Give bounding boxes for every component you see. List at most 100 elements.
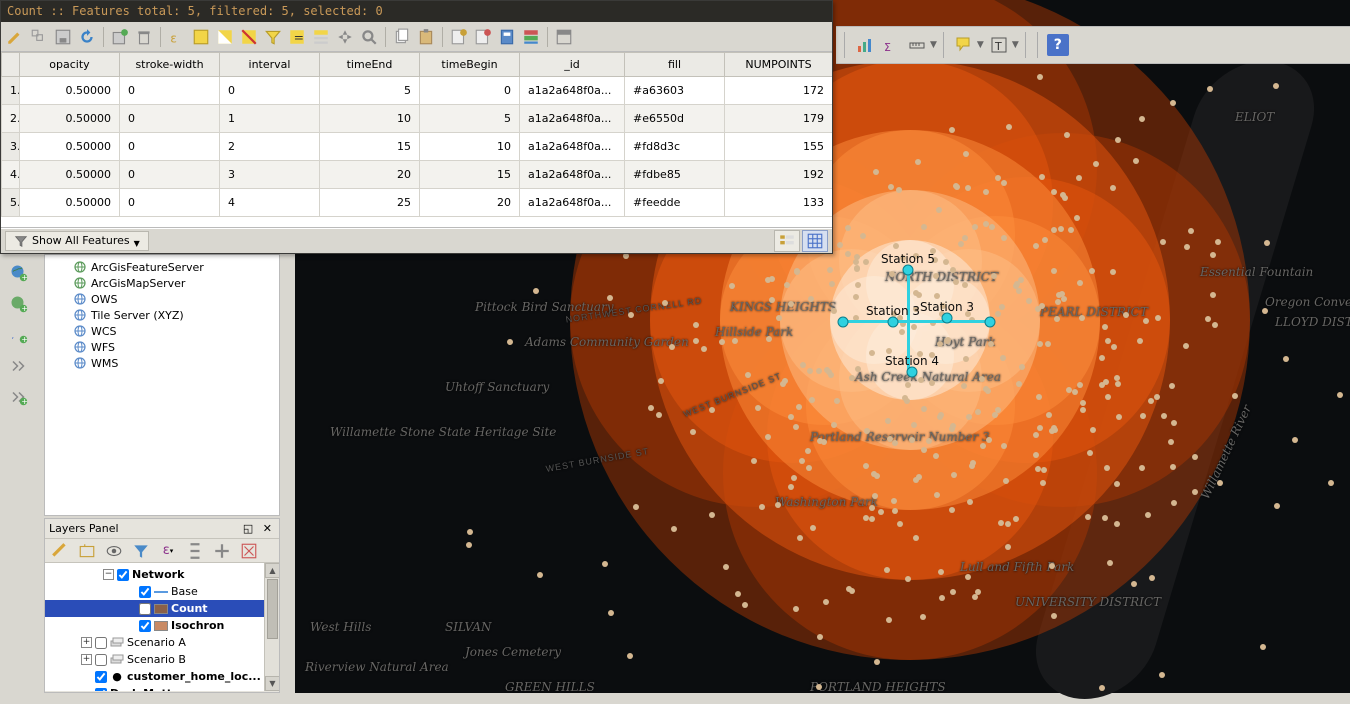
station-marker[interactable] <box>838 317 849 328</box>
cell[interactable]: #e6550d <box>625 105 725 133</box>
scroll-thumb[interactable] <box>267 579 278 639</box>
table-row[interactable]: 3 0.50000 0 2 15 10 a1a2a648f0a... #fd8d… <box>2 133 833 161</box>
column-header[interactable]: interval <box>220 53 320 77</box>
cell[interactable]: 133 <box>725 189 833 217</box>
form-view-icon[interactable] <box>774 230 800 252</box>
cell[interactable]: 1 <box>220 105 320 133</box>
cell[interactable]: 0 <box>120 77 220 105</box>
layers-tree[interactable]: − Network Base Count Isochron + Scenario… <box>45 563 279 691</box>
row-number[interactable]: 1 <box>2 77 20 105</box>
cell[interactable]: a1a2a648f0a... <box>520 189 625 217</box>
undock-icon[interactable]: ◱ <box>240 522 256 535</box>
expand-all-icon[interactable] <box>184 540 206 562</box>
delete-icon[interactable] <box>134 27 154 47</box>
column-header[interactable]: fill <box>625 53 725 77</box>
cell[interactable]: 25 <box>320 189 420 217</box>
new-column-icon[interactable] <box>449 27 469 47</box>
filter-selection-icon[interactable] <box>263 27 283 47</box>
add-delimited-icon[interactable]: ,+ <box>5 321 33 349</box>
browser-item[interactable]: WFS <box>45 339 279 355</box>
attribute-table[interactable]: opacitystroke-widthintervaltimeEndtimeBe… <box>1 52 832 229</box>
dock-icon[interactable] <box>554 27 574 47</box>
remove-layer-icon[interactable] <box>238 540 260 562</box>
add-wms-layer-icon[interactable]: + <box>5 290 33 318</box>
filter-legend-icon[interactable] <box>130 540 152 562</box>
cell[interactable]: a1a2a648f0a... <box>520 133 625 161</box>
cell[interactable]: 0 <box>120 189 220 217</box>
cell[interactable]: 0 <box>420 77 520 105</box>
cell[interactable]: 0.50000 <box>20 105 120 133</box>
cell[interactable]: 5 <box>420 105 520 133</box>
cell[interactable]: 5 <box>320 77 420 105</box>
field-calculator-icon[interactable] <box>497 27 517 47</box>
row-number[interactable]: 5 <box>2 189 20 217</box>
cell[interactable]: 0 <box>220 77 320 105</box>
column-header[interactable]: _id <box>520 53 625 77</box>
add-vector-layer-icon[interactable]: + <box>5 259 33 287</box>
copy-icon[interactable] <box>392 27 412 47</box>
layer-node[interactable]: + Scenario A <box>45 634 279 651</box>
cell[interactable]: 3 <box>220 161 320 189</box>
layer-node[interactable]: Dark Matter <box>45 685 279 691</box>
collapse-all-icon[interactable] <box>211 540 233 562</box>
dropdown-arrow-icon[interactable]: ▼ <box>1012 40 1019 50</box>
help-icon[interactable]: ? <box>1047 34 1069 56</box>
column-header[interactable]: timeEnd <box>320 53 420 77</box>
cell[interactable]: #a63603 <box>625 77 725 105</box>
paste-icon[interactable] <box>416 27 436 47</box>
column-header[interactable]: NUMPOINTS <box>725 53 833 77</box>
measure-icon[interactable] <box>906 34 928 56</box>
layer-node[interactable]: Count <box>45 600 279 617</box>
tooltip-icon[interactable] <box>953 34 975 56</box>
row-number[interactable]: 2 <box>2 105 20 133</box>
add-feature-icon[interactable] <box>110 27 130 47</box>
save-icon[interactable] <box>53 27 73 47</box>
expand-toggle[interactable]: + <box>81 654 92 665</box>
station-marker[interactable] <box>907 367 918 378</box>
cell[interactable]: 0 <box>120 133 220 161</box>
layer-visibility-checkbox[interactable] <box>95 671 107 683</box>
column-header[interactable]: timeBegin <box>420 53 520 77</box>
station-marker[interactable] <box>985 317 996 328</box>
cell[interactable]: 179 <box>725 105 833 133</box>
browser-panel[interactable]: ArcGisFeatureServer ArcGisMapServer OWS … <box>44 254 280 516</box>
cell[interactable]: 0.50000 <box>20 161 120 189</box>
table-row[interactable]: 2 0.50000 0 1 10 5 a1a2a648f0a... #e6550… <box>2 105 833 133</box>
browser-item[interactable]: OWS <box>45 291 279 307</box>
layer-visibility-checkbox[interactable] <box>95 637 107 649</box>
cell[interactable]: a1a2a648f0a... <box>520 77 625 105</box>
layer-node[interactable]: Isochron <box>45 617 279 634</box>
column-header[interactable]: opacity <box>20 53 120 77</box>
cell[interactable]: 2 <box>220 133 320 161</box>
dropdown-arrow-icon[interactable]: ▼ <box>977 40 984 50</box>
station-marker[interactable] <box>942 313 953 324</box>
cell[interactable]: 155 <box>725 133 833 161</box>
cell[interactable]: 192 <box>725 161 833 189</box>
browser-item[interactable]: WCS <box>45 323 279 339</box>
scroll-down-arrow[interactable]: ▼ <box>265 676 279 691</box>
scrollbar-vertical[interactable]: ▲ ▼ <box>264 563 279 691</box>
move-to-top-icon[interactable] <box>311 27 331 47</box>
text-annotation-icon[interactable]: T <box>988 34 1010 56</box>
cell[interactable]: #fdbe85 <box>625 161 725 189</box>
column-header[interactable]: stroke-width <box>120 53 220 77</box>
cell[interactable]: 0.50000 <box>20 77 120 105</box>
browser-item[interactable]: Tile Server (XYZ) <box>45 307 279 323</box>
cell[interactable]: 0.50000 <box>20 133 120 161</box>
table-view-icon[interactable] <box>802 230 828 252</box>
pan-to-selected-icon[interactable] <box>335 27 355 47</box>
layer-visibility-checkbox[interactable] <box>139 603 151 615</box>
add-mesh-layer-icon[interactable]: + <box>5 383 33 411</box>
browser-item[interactable]: ArcGisMapServer <box>45 275 279 291</box>
sigma-icon[interactable]: Σ <box>880 34 902 56</box>
edit-pencil-icon[interactable] <box>5 27 25 47</box>
layer-node[interactable]: Base <box>45 583 279 600</box>
row-number[interactable]: 4 <box>2 161 20 189</box>
zoom-to-selected-icon[interactable] <box>359 27 379 47</box>
cell[interactable]: 0 <box>120 105 220 133</box>
edit-multi-icon[interactable] <box>29 27 49 47</box>
select-value-icon[interactable]: = <box>287 27 307 47</box>
station-marker[interactable] <box>888 317 899 328</box>
expand-toggle[interactable]: + <box>81 637 92 648</box>
cell[interactable]: 15 <box>320 133 420 161</box>
